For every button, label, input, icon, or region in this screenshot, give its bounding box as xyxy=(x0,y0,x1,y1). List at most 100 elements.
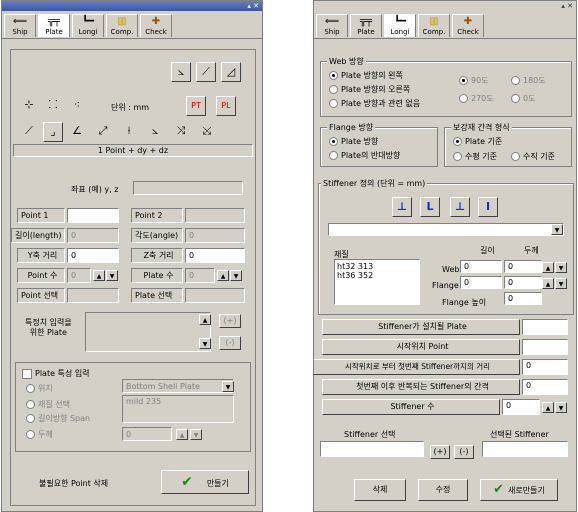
plate-count-up[interactable]: ▲ xyxy=(217,270,229,281)
line-corner-icon[interactable]: ⟋ xyxy=(196,62,216,82)
radio[interactable] xyxy=(459,94,468,103)
flange-opt-opposite[interactable]: Plate의 반대방향 xyxy=(329,150,400,161)
point-count-input[interactable]: 0 xyxy=(67,268,91,283)
flange-spin-up[interactable]: ▲ xyxy=(542,278,554,289)
vertical-offset-icon[interactable]: ⟊ xyxy=(119,122,139,142)
radio[interactable] xyxy=(329,151,338,160)
flange-spin-down[interactable]: ▼ xyxy=(555,278,567,289)
radio-selected[interactable] xyxy=(329,71,338,80)
chevron-down-icon[interactable]: ▼ xyxy=(222,381,234,392)
pl-icon[interactable]: PL xyxy=(216,96,236,116)
window-controls[interactable]: ▴ ✕ xyxy=(247,1,259,11)
pt-icon[interactable]: PT xyxy=(186,96,206,116)
tab-check[interactable]: ✚ Check xyxy=(140,14,172,37)
thick-down[interactable]: ▼ xyxy=(190,429,202,440)
radio[interactable] xyxy=(511,152,520,161)
special-plus-button[interactable]: (+) xyxy=(219,314,241,328)
line-icon[interactable]: ⟋ xyxy=(19,122,39,142)
tab-check[interactable]: ✚ Check xyxy=(452,14,484,37)
connect-points-icon[interactable]: ⸬ xyxy=(43,96,63,116)
dy-dz-icon[interactable]: ⌟ xyxy=(43,122,63,142)
point-select-input[interactable] xyxy=(67,288,119,303)
z-dist-input[interactable]: 0 xyxy=(185,248,245,263)
radio[interactable] xyxy=(329,85,338,94)
radio[interactable] xyxy=(26,400,35,409)
flange-opt-plate[interactable]: Plate 방향 xyxy=(329,136,378,147)
tab-comp[interactable]: ▥ Comp. xyxy=(106,14,138,37)
thick-up[interactable]: ▲ xyxy=(176,429,188,440)
i-bar-icon[interactable]: I xyxy=(478,197,498,217)
selected-stiff-input[interactable] xyxy=(482,441,568,457)
radio-selected[interactable] xyxy=(459,76,468,85)
thick-radio[interactable]: 두께 xyxy=(26,429,53,440)
list-scroll-up[interactable]: ▲ xyxy=(199,314,211,325)
plate-count-down[interactable]: ▼ xyxy=(230,270,242,281)
diagonal-icon[interactable]: ⤢ xyxy=(93,122,113,142)
list-item[interactable]: ht32 313 xyxy=(337,262,417,271)
point-count-up[interactable]: ▲ xyxy=(93,270,105,281)
stiffener-type-dropdown[interactable] xyxy=(328,223,564,236)
point-count-down[interactable]: ▼ xyxy=(106,270,118,281)
spacing-opt-vertical[interactable]: 수직 기준 xyxy=(511,151,555,162)
stiff-count-input[interactable]: 0 xyxy=(502,399,540,415)
web-opt-left[interactable]: Plate 방향의 왼쪽 xyxy=(329,70,403,81)
crosshair-icon[interactable]: ⊹ xyxy=(19,96,39,116)
stiff-count-down[interactable]: ▼ xyxy=(555,402,567,413)
web-thick-input[interactable]: 0 xyxy=(504,260,542,273)
radio-selected[interactable] xyxy=(329,137,338,146)
angle-input[interactable]: 0 xyxy=(185,228,245,243)
modify-button[interactable]: 수정 xyxy=(418,479,468,501)
span-radio[interactable]: 길이방향 Span xyxy=(26,413,90,424)
create-button[interactable]: ✔ 만들기 xyxy=(161,470,249,494)
radio[interactable] xyxy=(329,99,338,108)
flat-bar-icon[interactable]: ⊥ xyxy=(392,197,412,217)
coord-input[interactable] xyxy=(133,181,243,195)
web-opt-none[interactable]: Plate 방향과 관련 없음 xyxy=(329,98,420,109)
stiff-select-input[interactable] xyxy=(320,441,424,457)
stiff-plus-button[interactable]: (+) xyxy=(430,445,450,459)
radio[interactable] xyxy=(453,152,462,161)
radio[interactable] xyxy=(26,430,35,439)
spacing-opt-plate[interactable]: Plate 기준 xyxy=(453,136,502,147)
multi-line-icon[interactable]: ⤨ xyxy=(171,122,191,142)
flange-length-input[interactable]: 0 xyxy=(460,276,502,289)
radio[interactable] xyxy=(511,94,520,103)
tab-plate[interactable]: ╦╤ Plate xyxy=(38,14,70,37)
radio[interactable] xyxy=(26,384,35,393)
y-dist-input[interactable]: 0 xyxy=(67,248,119,263)
pos-dropdown[interactable]: Bottom Shell Plate xyxy=(122,379,234,393)
tab-plate[interactable]: ╦╤ Plate xyxy=(350,14,382,37)
special-minus-button[interactable]: (-) xyxy=(219,336,241,350)
stiff-minus-button[interactable]: (-) xyxy=(454,445,474,459)
delete-button[interactable]: 삭제 xyxy=(354,479,406,501)
tab-comp[interactable]: ▥ Comp. xyxy=(418,14,450,37)
point1-input[interactable] xyxy=(67,208,119,223)
material-list[interactable]: mild 235 xyxy=(122,395,234,423)
flange-thick-input[interactable]: 0 xyxy=(504,276,542,289)
length-input[interactable]: 0 xyxy=(67,228,119,243)
web-spin-up[interactable]: ▲ xyxy=(542,262,554,273)
installed-plate-input[interactable] xyxy=(522,319,568,335)
material-radio[interactable]: 재질 선택 xyxy=(26,399,70,410)
radio[interactable] xyxy=(511,76,520,85)
plate-prop-check-row[interactable]: Plate 특성 입력 xyxy=(22,368,90,379)
thick-input[interactable]: 0 xyxy=(122,427,172,441)
start-point-input[interactable] xyxy=(522,339,568,355)
web-length-input[interactable]: 0 xyxy=(460,260,502,273)
angle-bar-icon[interactable]: L xyxy=(420,197,440,217)
tab-longi[interactable]: ┗━ Longi xyxy=(72,14,104,37)
angle-opt-0[interactable]: 0도 xyxy=(511,93,535,104)
angle-line-icon[interactable]: ∠ xyxy=(67,122,87,142)
new-create-button[interactable]: ✔ 새로만들기 xyxy=(480,479,558,501)
angle-opt-270[interactable]: 270도 xyxy=(459,93,494,104)
radio-selected[interactable] xyxy=(453,137,462,146)
web-opt-right[interactable]: Plate 방향의 오른쪽 xyxy=(329,84,410,95)
bend-icon[interactable]: ⦣ xyxy=(145,122,165,142)
plate-count-input[interactable]: 0 xyxy=(185,268,215,283)
flange-height-input[interactable]: 0 xyxy=(504,292,542,305)
repeat-gap-input[interactable]: 0 xyxy=(522,379,568,395)
spacing-opt-horizontal[interactable]: 수평 기준 xyxy=(453,151,497,162)
web-spin-down[interactable]: ▼ xyxy=(555,262,567,273)
material-list[interactable]: ht32 313 ht36 352 xyxy=(334,259,420,305)
plate-select-input[interactable] xyxy=(185,288,245,303)
